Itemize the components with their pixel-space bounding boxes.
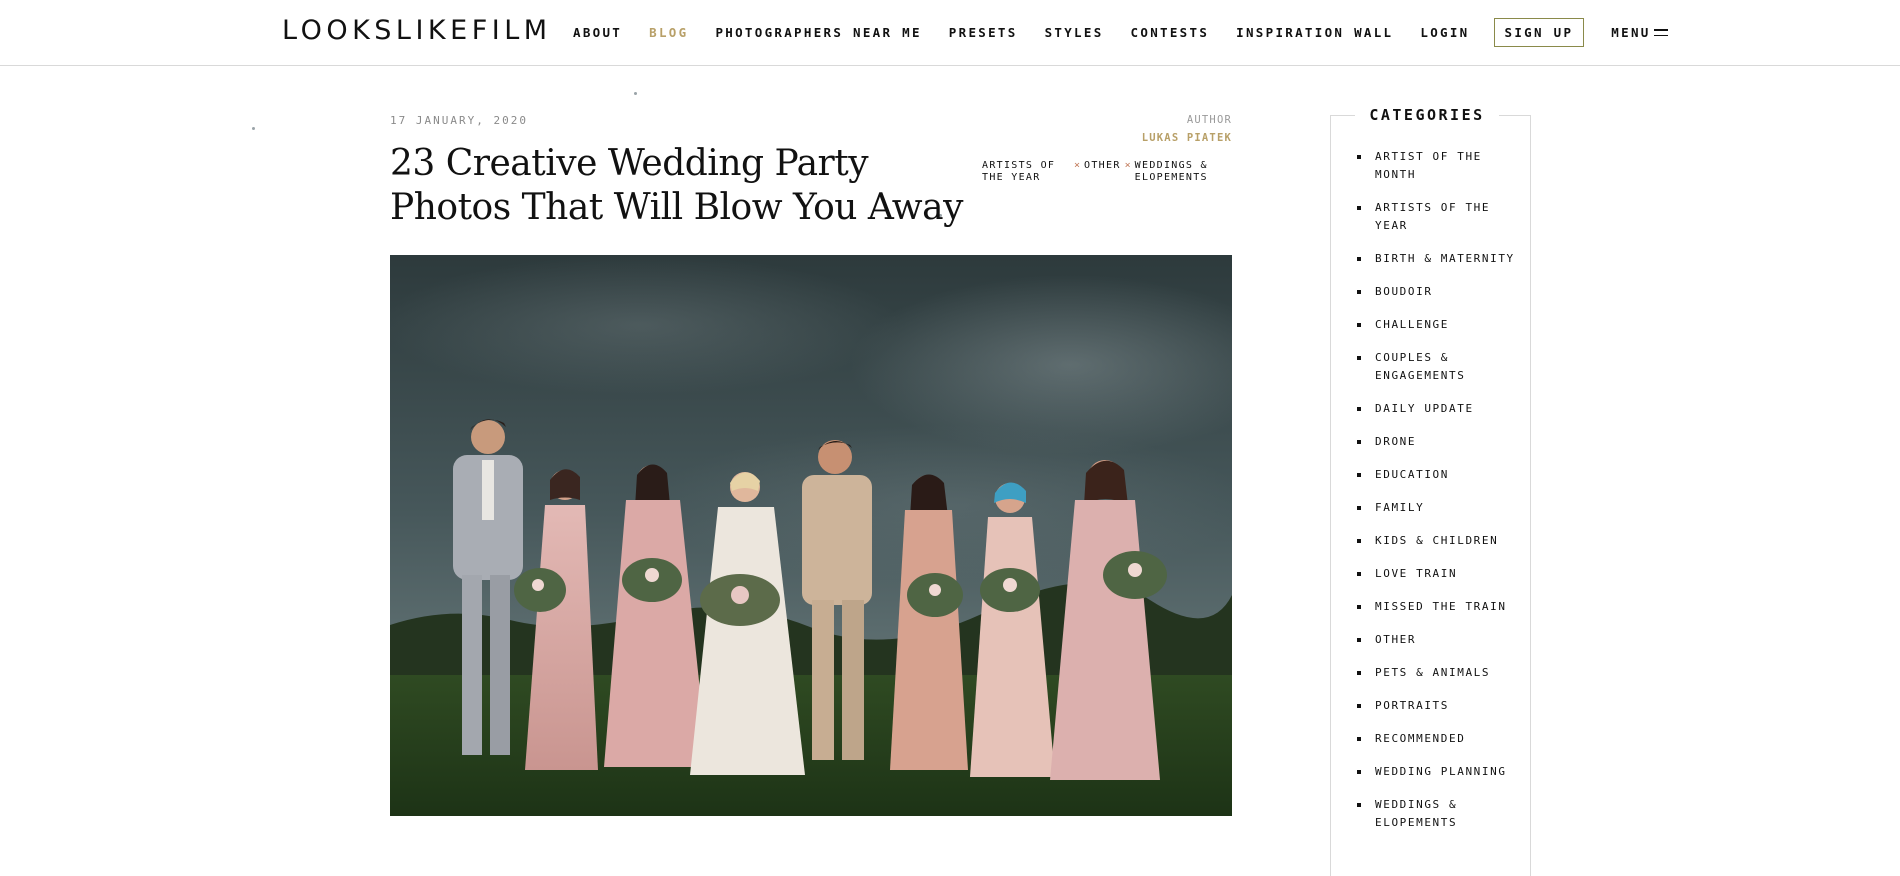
hamburger-icon — [1653, 29, 1668, 36]
category-pets-animals[interactable]: PETS & ANIMALS — [1357, 664, 1517, 682]
category-artist-of-the-month[interactable]: ARTIST OF THE MONTH — [1357, 148, 1517, 184]
category-artists-of-the-year[interactable]: ARTISTS OF THE YEAR — [1357, 199, 1517, 235]
site-logo[interactable]: LOOKSLIKEFILM — [282, 15, 552, 46]
menu-label: MENU — [1611, 25, 1651, 40]
author-name-link[interactable]: LUKAS PIATEK — [1050, 132, 1232, 144]
tag-separator-icon: × — [1074, 160, 1081, 171]
nav-contests[interactable]: CONTESTS — [1131, 25, 1210, 40]
nav-about[interactable]: ABOUT — [573, 25, 622, 40]
main-nav: ABOUT BLOG PHOTOGRAPHERS NEAR ME PRESETS… — [573, 0, 1668, 65]
decorative-dot — [252, 127, 255, 130]
category-family[interactable]: FAMILY — [1357, 499, 1517, 517]
category-other[interactable]: OTHER — [1357, 631, 1517, 649]
wedding-party-photo — [390, 255, 1232, 816]
category-love-train[interactable]: LOVE TRAIN — [1357, 565, 1517, 583]
nav-presets[interactable]: PRESETS — [949, 25, 1018, 40]
site-header: LOOKSLIKEFILM ABOUT BLOG PHOTOGRAPHERS N… — [0, 0, 1900, 66]
category-birth-maternity[interactable]: BIRTH & MATERNITY — [1357, 250, 1517, 268]
tag-weddings-elopements[interactable]: WEDDINGS & ELOPEMENTS — [1135, 160, 1215, 184]
category-couples-engagements[interactable]: COUPLES & ENGAGEMENTS — [1357, 349, 1517, 385]
category-education[interactable]: EDUCATION — [1357, 466, 1517, 484]
nav-blog[interactable]: BLOG — [649, 25, 688, 40]
tag-other[interactable]: OTHER — [1084, 160, 1121, 172]
category-portraits[interactable]: PORTRAITS — [1357, 697, 1517, 715]
categories-sidebar: CATEGORIES ARTIST OF THE MONTH ARTISTS O… — [1330, 106, 1531, 876]
category-wedding-planning[interactable]: WEDDING PLANNING — [1357, 763, 1517, 781]
nav-styles[interactable]: STYLES — [1045, 25, 1104, 40]
hero-image — [390, 255, 1232, 816]
author-label: AUTHOR — [1186, 114, 1232, 126]
categories-title: CATEGORIES — [1355, 106, 1499, 124]
decorative-dot — [634, 92, 637, 95]
article-title: 23 Creative Wedding Party Photos That Wi… — [390, 143, 963, 228]
category-drone[interactable]: DRONE — [1357, 433, 1517, 451]
tag-separator-icon: × — [1124, 160, 1131, 171]
category-kids-children[interactable]: KIDS & CHILDREN — [1357, 532, 1517, 550]
nav-login[interactable]: LOGIN — [1420, 25, 1469, 40]
category-weddings-elopements[interactable]: WEDDINGS & ELOPEMENTS — [1357, 796, 1517, 832]
tag-artists-of-the-year[interactable]: ARTISTS OF THE YEAR — [982, 160, 1070, 184]
article-date: 17 JANUARY, 2020 — [390, 114, 528, 127]
category-recommended[interactable]: RECOMMENDED — [1357, 730, 1517, 748]
category-boudoir[interactable]: BOUDOIR — [1357, 283, 1517, 301]
article-tags: ARTISTS OF THE YEAR × OTHER × WEDDINGS &… — [982, 160, 1237, 184]
nav-photographers-near-me[interactable]: PHOTOGRAPHERS NEAR ME — [715, 25, 921, 40]
categories-list: ARTIST OF THE MONTH ARTISTS OF THE YEAR … — [1357, 148, 1517, 847]
sign-up-button[interactable]: SIGN UP — [1493, 18, 1585, 47]
category-missed-the-train[interactable]: MISSED THE TRAIN — [1357, 598, 1517, 616]
category-challenge[interactable]: CHALLENGE — [1357, 316, 1517, 334]
author-block: AUTHOR LUKAS PIATEK — [1050, 114, 1232, 144]
nav-inspiration-wall[interactable]: INSPIRATION WALL — [1236, 25, 1393, 40]
menu-button[interactable]: MENU — [1611, 25, 1668, 40]
category-daily-update[interactable]: DAILY UPDATE — [1357, 400, 1517, 418]
